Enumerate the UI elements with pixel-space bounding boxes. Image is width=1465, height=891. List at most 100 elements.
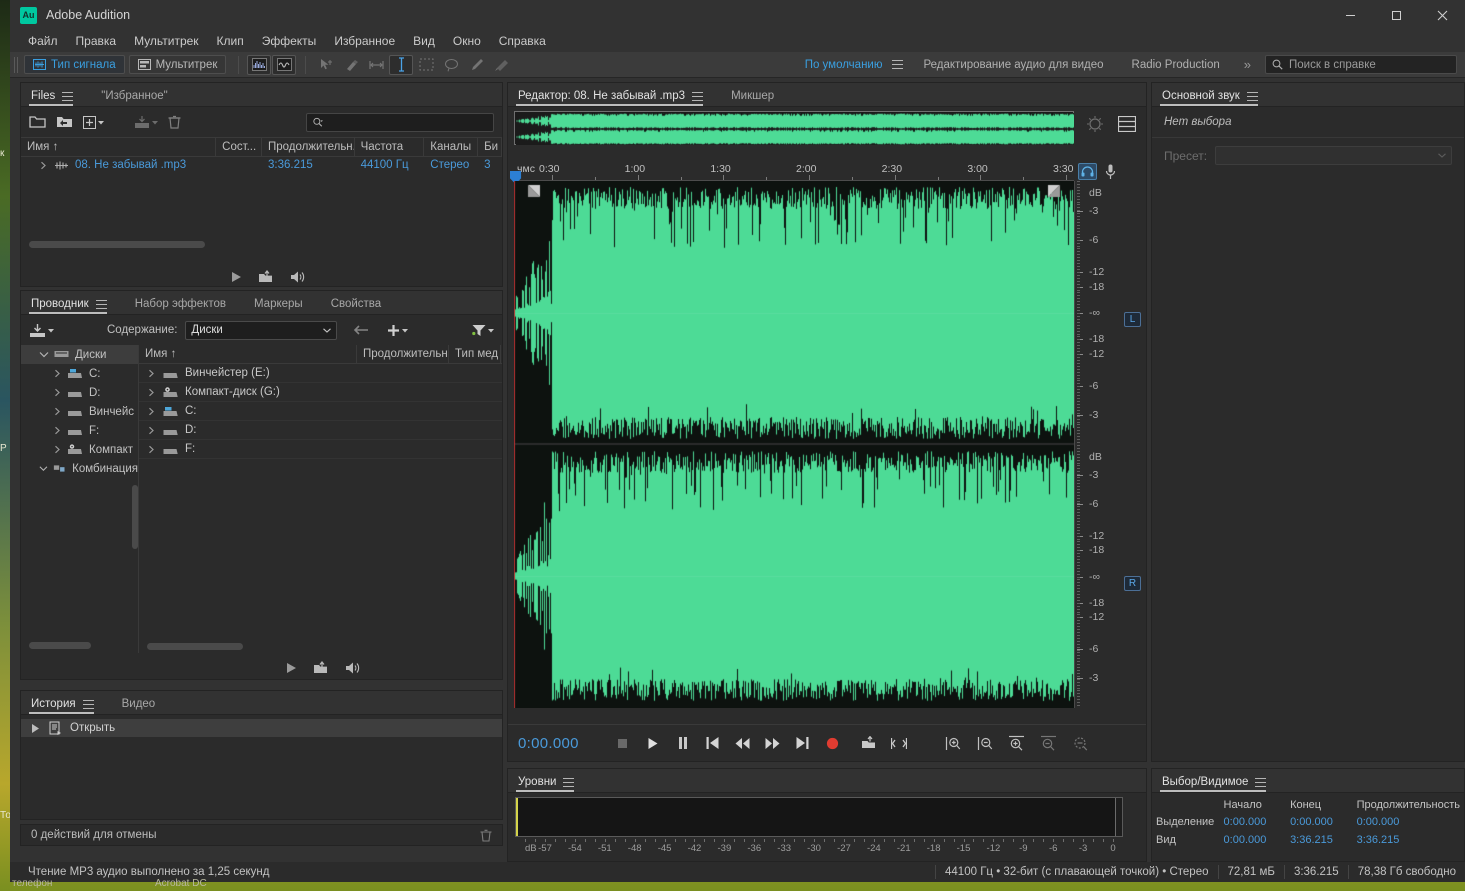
levels-panel-menu-icon[interactable]	[563, 777, 575, 787]
selview-view-duration[interactable]: 3:36.215	[1353, 831, 1464, 849]
explorer-play-button[interactable]	[286, 662, 297, 674]
chevron-right-icon[interactable]	[147, 369, 156, 378]
time-selection-tool-icon[interactable]	[389, 54, 414, 75]
explorer-back-button[interactable]	[353, 324, 369, 336]
explorer-content-select[interactable]: Диски	[185, 320, 338, 340]
zoom-out-amplitude-button[interactable]	[975, 733, 995, 753]
explorer-list-item[interactable]: Винчейстер (E:)	[139, 364, 502, 383]
insert-into-multitrack-icon[interactable]	[134, 115, 158, 129]
files-col-rate[interactable]: Частота	[355, 137, 425, 157]
menu-edit[interactable]: Правка	[67, 32, 126, 50]
tree-item-f[interactable]: F:	[21, 421, 138, 440]
tree-item-c[interactable]: C:	[21, 364, 138, 383]
status-format[interactable]: 44100 Гц • 32-бит (с плавающей точкой) •…	[935, 865, 1217, 879]
explorer-filter-button[interactable]	[472, 324, 494, 337]
chevron-right-icon[interactable]	[53, 445, 62, 454]
zoom-navigator[interactable]	[514, 111, 1074, 145]
expand-arrow-icon[interactable]	[39, 161, 48, 170]
files-horizontal-scrollbar[interactable]	[29, 241, 205, 248]
tab-levels[interactable]: Уровни	[516, 776, 586, 792]
clear-history-icon[interactable]	[480, 829, 492, 842]
tree-item-cd[interactable]: Компакт	[21, 440, 138, 459]
stop-button[interactable]	[613, 733, 633, 753]
taskbar-item-phone[interactable]: телефон	[12, 878, 52, 889]
current-time-display[interactable]: 0:00.000	[508, 735, 579, 752]
chevron-right-icon[interactable]	[147, 388, 156, 397]
zoom-in-time-button[interactable]	[1007, 733, 1027, 753]
explorer-panel-menu-icon[interactable]	[95, 299, 107, 309]
essential-preset-select[interactable]	[1215, 146, 1452, 165]
delete-file-icon[interactable]	[168, 115, 181, 129]
files-col-duration[interactable]: Продолжительн...	[262, 137, 355, 157]
chevron-right-icon[interactable]	[147, 407, 156, 416]
status-freespace[interactable]: 78,38 Гб свободно	[1347, 865, 1465, 879]
tab-files[interactable]: Files	[29, 90, 85, 106]
tab-effects-rack[interactable]: Набор эффектов	[133, 298, 238, 314]
explorer-col-duration[interactable]: Продолжительн...	[357, 345, 449, 364]
chevron-right-icon[interactable]	[147, 445, 156, 454]
skip-selection-button[interactable]	[889, 733, 909, 753]
multitrack-mode-button[interactable]: Мультитрек	[128, 55, 227, 74]
close-button[interactable]	[1419, 0, 1465, 30]
headphones-icon[interactable]	[1078, 163, 1097, 180]
status-filesize[interactable]: 72,81 мБ	[1217, 865, 1284, 879]
tab-selection-view[interactable]: Выбор/Видимое	[1160, 776, 1278, 792]
import-to-files-icon[interactable]	[29, 323, 54, 338]
spectral-pitch-display-icon[interactable]	[272, 54, 297, 75]
timeline-ruler[interactable]: чмс 0:30 1:00 1:30 2:00 2:30 3:00 3:30	[514, 163, 1074, 181]
zoom-in-amplitude-button[interactable]	[943, 733, 963, 753]
selview-selection-duration[interactable]: 0:00.000	[1353, 813, 1464, 831]
chevron-right-icon[interactable]	[53, 369, 62, 378]
history-entry[interactable]: Открыть	[21, 719, 502, 737]
menu-favorites[interactable]: Избранное	[325, 32, 404, 50]
chevron-right-icon[interactable]	[53, 407, 62, 416]
files-col-name[interactable]: Имя ↑	[21, 137, 217, 157]
tab-history[interactable]: История	[29, 698, 106, 714]
lasso-selection-tool-icon[interactable]	[439, 55, 463, 75]
history-panel-menu-icon[interactable]	[82, 699, 94, 709]
tab-mixer[interactable]: Микшер	[729, 90, 786, 106]
explorer-insert-into-multitrack-button[interactable]	[313, 661, 328, 675]
channel-badge-right[interactable]: R	[1124, 576, 1141, 591]
explorer-col-name[interactable]: Имя ↑	[139, 345, 357, 364]
menu-window[interactable]: Окно	[444, 32, 490, 50]
pause-button[interactable]	[673, 733, 693, 753]
menu-multitrack[interactable]: Мультитрек	[125, 32, 207, 50]
explorer-list-item[interactable]: D:	[139, 421, 502, 440]
tab-editor[interactable]: Редактор: 08. Не забывай .mp3	[516, 90, 715, 106]
waveform-display[interactable]	[514, 181, 1074, 708]
layout-toggle-icon[interactable]	[1118, 116, 1136, 132]
loop-playback-button[interactable]	[859, 733, 879, 753]
chevron-down-icon[interactable]	[39, 350, 49, 359]
menu-effects[interactable]: Эффекты	[253, 32, 326, 50]
menu-clip[interactable]: Клип	[208, 32, 253, 50]
spot-healing-brush-tool-icon[interactable]	[489, 55, 513, 75]
level-meter[interactable]	[515, 797, 1123, 837]
hud-toggle-icon[interactable]	[1086, 115, 1104, 133]
workspace-radio-production[interactable]: Radio Production	[1118, 52, 1234, 78]
files-col-channels[interactable]: Каналы	[424, 137, 479, 157]
tab-video[interactable]: Видео	[120, 698, 168, 714]
status-duration[interactable]: 3:36.215	[1283, 865, 1348, 879]
files-auto-play-button[interactable]	[289, 270, 307, 284]
minimize-button[interactable]	[1327, 0, 1373, 30]
taskbar-item-acrobat[interactable]: Acrobat DC	[155, 878, 207, 889]
selview-selection-start[interactable]: 0:00.000	[1220, 813, 1287, 831]
open-file-icon[interactable]	[29, 115, 46, 129]
waveform-mode-button[interactable]: Тип сигнала	[24, 55, 125, 74]
files-row[interactable]: 08. Не забывай .mp3 3:36.215 44100 Гц Ст…	[21, 157, 502, 174]
help-search-input[interactable]: Поиск в справке	[1265, 55, 1457, 74]
tab-markers[interactable]: Маркеры	[252, 298, 315, 314]
play-button[interactable]	[643, 733, 663, 753]
maximize-button[interactable]	[1373, 0, 1419, 30]
tab-favorites[interactable]: "Избранное"	[99, 90, 179, 106]
files-search-input[interactable]	[328, 116, 487, 128]
files-panel-menu-icon[interactable]	[62, 91, 74, 101]
explorer-add-favorite-button[interactable]	[387, 324, 409, 337]
zoom-out-time-button[interactable]	[1039, 733, 1059, 753]
slip-tool-icon[interactable]	[339, 55, 363, 75]
selview-view-end[interactable]: 3:36.215	[1286, 831, 1353, 849]
explorer-list-item[interactable]: F:	[139, 440, 502, 459]
chevron-down-icon[interactable]	[39, 464, 48, 473]
move-tool-icon[interactable]	[314, 55, 338, 75]
